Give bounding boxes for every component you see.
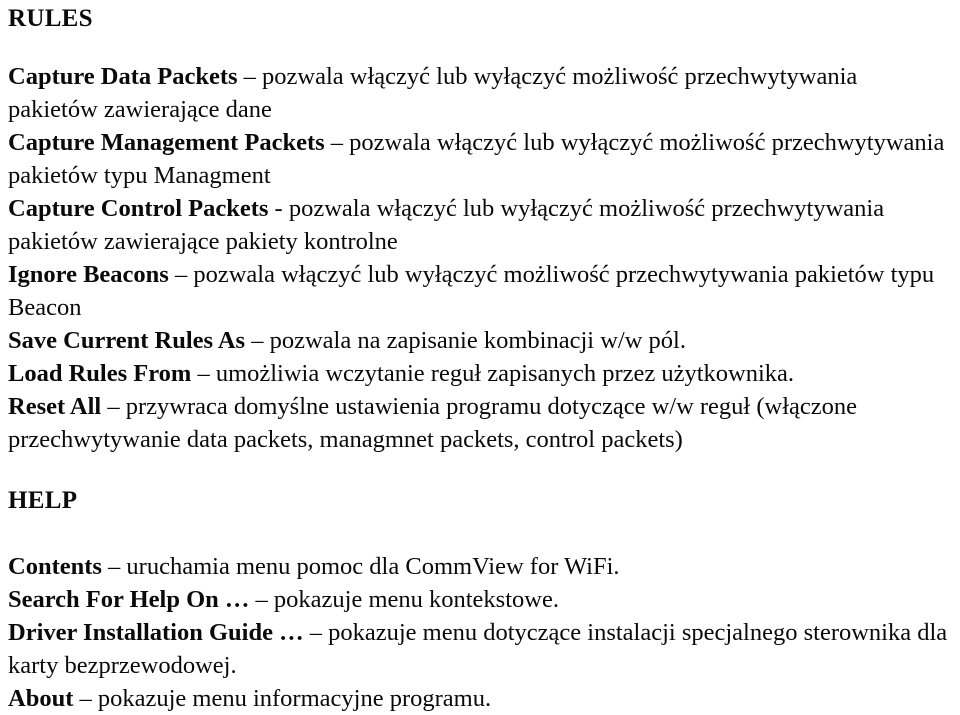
entry-separator: – <box>174 261 188 288</box>
help-entry-about: About – pokazuje menu informacyjne progr… <box>8 682 948 715</box>
help-entry-driver-installation-guide: Driver Installation Guide … – pokazuje m… <box>8 616 948 682</box>
entry-term-suffix: … <box>279 619 304 646</box>
entry-description: pozwala na zapisanie kombinacji w/w pól. <box>269 327 686 354</box>
entry-separator: – <box>330 129 344 156</box>
entry-separator: – <box>108 553 121 580</box>
section-heading-rules: RULES <box>8 5 93 32</box>
entry-term: Capture Management Packets <box>8 129 325 156</box>
entry-description: pokazuje menu kontekstowe. <box>273 586 559 613</box>
section-rules: RULES Capture Data Packets – pozwala włą… <box>8 4 952 456</box>
rules-entry-reset-all: Reset All – przywraca domyślne ustawieni… <box>8 390 948 456</box>
entry-description: umożliwia wczytanie reguł zapisanych prz… <box>215 360 795 387</box>
entry-term: Capture Data Packets <box>8 63 238 90</box>
rules-entry-load-rules-from: Load Rules From – umożliwia wczytanie re… <box>8 357 948 390</box>
spacer-after-rules-heading <box>8 34 952 60</box>
entry-separator: – <box>251 327 264 354</box>
entry-term: Contents <box>8 553 102 580</box>
rules-entry-capture-management-packets: Capture Management Packets – pozwala włą… <box>8 126 948 192</box>
rules-entry-capture-data-packets: Capture Data Packets – pozwala włączyć l… <box>8 60 948 126</box>
rules-entry-ignore-beacons: Ignore Beacons – pozwala włączyć lub wył… <box>8 258 948 324</box>
entry-term-suffix: … <box>224 586 250 613</box>
entry-term: Capture Control Packets <box>8 195 269 222</box>
entry-description: uruchamia menu pomoc dla CommView for Wi… <box>126 553 620 580</box>
entry-separator: – <box>255 586 268 613</box>
entry-term: About <box>8 685 74 712</box>
rules-entry-save-current-rules-as: Save Current Rules As – pozwala na zapis… <box>8 324 948 357</box>
document-page: RULES Capture Data Packets – pozwala włą… <box>0 0 960 712</box>
rules-entry-capture-control-packets: Capture Control Packets - pozwala włączy… <box>8 192 948 258</box>
entry-description: przywraca domyślne ustawienia programu d… <box>8 393 858 453</box>
entry-separator: – <box>107 393 120 420</box>
entry-separator: – <box>197 360 210 387</box>
entry-description: pokazuje menu informacyjne programu. <box>97 685 492 712</box>
entry-separator: – <box>243 63 256 90</box>
help-entry-contents: Contents – uruchamia menu pomoc dla Comm… <box>8 550 948 583</box>
spacer-between-sections <box>8 456 952 486</box>
entry-term: Driver Installation Guide <box>8 619 273 646</box>
entry-separator: – <box>79 685 92 712</box>
section-heading-help: HELP <box>8 487 78 514</box>
section-help: HELP Contents – uruchamia menu pomoc dla… <box>8 486 952 715</box>
entry-term: Search For Help On <box>8 586 219 613</box>
entry-term: Save Current Rules As <box>8 327 246 354</box>
entry-term: Load Rules From <box>8 360 192 387</box>
entry-term: Ignore Beacons <box>8 261 169 288</box>
entry-term: Reset All <box>8 393 102 420</box>
help-entry-list: Contents – uruchamia menu pomoc dla Comm… <box>8 550 952 715</box>
help-entry-search-for-help-on: Search For Help On … – pokazuje menu kon… <box>8 583 948 616</box>
entry-separator: – <box>309 619 322 646</box>
entry-separator: - <box>274 195 283 222</box>
rules-entry-list: Capture Data Packets – pozwala włączyć l… <box>8 60 952 456</box>
spacer-after-help-heading <box>8 516 952 550</box>
